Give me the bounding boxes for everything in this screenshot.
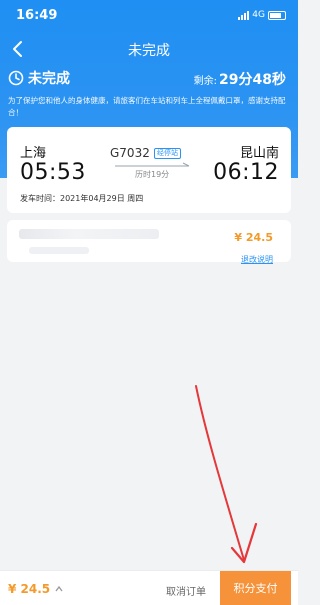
departure-date: 发车时间：2021年04月29日 周四 [20,194,144,203]
chevron-up-icon[interactable] [54,584,64,594]
stopover-tag[interactable]: 经停站 [154,148,181,159]
countdown: 剩余: 29分48秒 [194,69,286,89]
departure-station: 上海 [20,146,47,161]
passenger-info-redacted [19,229,159,239]
countdown-value: 29分48秒 [219,72,286,88]
order-total[interactable]: ¥ 24.5 [8,582,64,596]
trip-duration: 历时19分 [135,170,170,179]
network-label: 4G [252,10,265,20]
clock-icon [8,70,24,86]
cancel-order-button[interactable]: 取消订单 [166,583,206,598]
order-status: 未完成 [8,68,70,88]
signal-icon [238,10,250,20]
points-pay-button[interactable]: 积分支付 [220,571,291,605]
route-arrow-icon [115,162,190,167]
mask-notice: 为了保护您和他人的身体健康，请旅客们在车站和列车上全程佩戴口罩，感谢支持配合！ [8,96,286,117]
seat-info-redacted [29,247,89,254]
status-time: 16:49 [16,8,58,23]
departure-time: 05:53 [20,160,86,185]
train-number[interactable]: G7032 [110,146,150,160]
ticket-price: ¥ 24.5 [234,231,273,244]
refund-policy-link[interactable]: 退改说明 [241,254,273,265]
page-title: 未完成 [128,43,170,59]
system-indicators: 4G [238,10,286,20]
arrival-time: 06:12 [213,160,279,185]
countdown-label: 剩余: [193,76,218,87]
status-bar: 16:49 4G [0,0,298,30]
battery-icon [268,10,286,20]
ticket-card: ¥ 24.5 退改说明 [7,220,291,265]
order-status-text: 未完成 [28,71,70,87]
trip-card: 上海 05:53 G7032 经停站 历时19分 昆山南 06:12 发车时间：… [7,127,291,213]
arrival-station: 昆山南 [239,146,279,161]
order-total-value: ¥ 24.5 [8,582,51,596]
